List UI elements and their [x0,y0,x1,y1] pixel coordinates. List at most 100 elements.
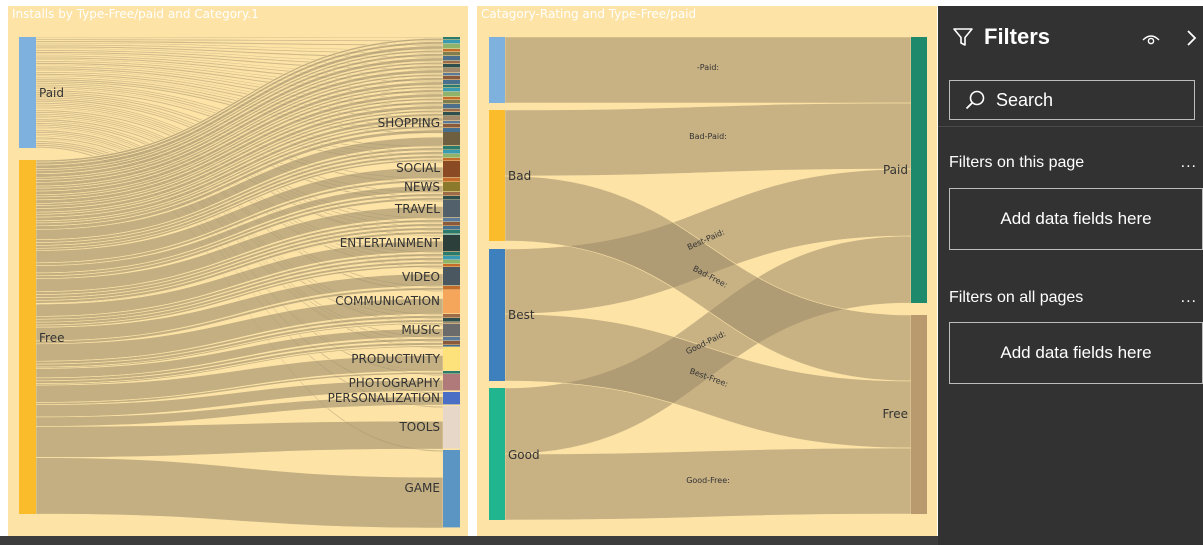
filters-on-all-pages-header: Filters on all pages [949,289,1084,306]
target-label-news: NEWS [404,180,440,194]
category-strip[interactable] [443,345,460,347]
target-label-communication: COMMUNICATION [335,294,440,308]
category-strip[interactable] [443,154,460,158]
category-strip[interactable] [443,314,460,318]
target-label-paid: Paid [883,163,908,177]
category-strip[interactable] [443,109,460,112]
category-strip[interactable] [443,104,460,109]
category-strip[interactable] [443,68,460,73]
free-link[interactable] [35,457,444,529]
category-strip[interactable] [443,112,460,116]
sankey-rating-visual[interactable]: Bad Best Good Paid Free -Paid: Bad-Paid:… [477,6,937,536]
link-label-blank-paid: -Paid: [697,63,719,72]
target-label-free: Free [883,407,908,421]
sankey-installs-svg: Paid Free SHOPPING SOCIAL NEWS TRAVEL EN… [19,36,460,529]
category-strip[interactable] [443,97,460,100]
category-strip[interactable] [443,73,460,76]
category-strip[interactable] [443,318,460,322]
category-node[interactable] [443,374,460,391]
node-best[interactable] [489,249,505,381]
category-strip[interactable] [443,128,460,133]
category-strip[interactable] [443,76,460,80]
category-node[interactable] [443,267,460,286]
category-node[interactable] [443,392,460,405]
category-strip[interactable] [443,264,460,267]
filters-title: Filters [984,24,1051,49]
category-strip[interactable] [443,49,460,52]
category-strip[interactable] [443,230,460,234]
node-free[interactable] [911,315,927,514]
more-options-icon[interactable]: ... [1181,154,1197,172]
category-strip[interactable] [443,222,460,226]
category-strip[interactable] [443,256,460,260]
report-canvas: Paid Free SHOPPING SOCIAL NEWS TRAVEL EN… [0,6,938,538]
category-strip[interactable] [443,116,460,121]
category-strip[interactable] [443,85,460,88]
category-strip[interactable] [443,322,460,324]
category-strip[interactable] [443,371,460,374]
category-strip[interactable] [443,40,460,44]
category-strip[interactable] [443,226,460,230]
category-node[interactable] [443,235,460,252]
category-strip[interactable] [443,88,460,92]
chevron-right-icon[interactable] [1184,28,1198,48]
source-label-paid: Paid [39,86,64,100]
category-strip[interactable] [443,146,460,150]
node-bad[interactable] [489,110,505,241]
category-strip[interactable] [443,61,460,64]
category-strip[interactable] [443,37,460,40]
target-label-video: VIDEO [402,270,440,284]
category-strip[interactable] [443,124,460,128]
category-node[interactable] [443,406,460,449]
category-strip[interactable] [443,286,460,290]
sankey-installs-visual[interactable]: Paid Free SHOPPING SOCIAL NEWS TRAVEL EN… [8,6,468,536]
funnel-icon [953,28,973,46]
target-label-music: MUSIC [401,323,440,337]
target-label-travel: TRAVEL [394,202,440,216]
category-node[interactable] [443,182,460,192]
category-node[interactable] [443,450,460,528]
node-blank[interactable] [489,37,505,103]
all-pages-drop-zone[interactable]: Add data fields here [949,322,1203,384]
category-strip[interactable] [443,178,460,182]
category-strip[interactable] [443,192,460,196]
category-node[interactable] [443,161,460,178]
category-node[interactable] [443,132,460,146]
category-strip[interactable] [443,121,460,124]
category-strip[interactable] [443,234,460,235]
target-color-strips [443,37,460,528]
category-strip[interactable] [443,64,460,68]
filters-search-input[interactable]: Search [949,80,1195,120]
category-strip[interactable] [443,44,460,49]
category-strip[interactable] [443,158,460,161]
category-strip[interactable] [443,196,460,200]
this-page-drop-zone[interactable]: Add data fields here [949,188,1203,250]
category-strip[interactable] [443,341,460,345]
category-strip[interactable] [443,218,460,222]
category-strip[interactable] [443,92,460,97]
category-strip[interactable] [443,100,460,104]
target-label-photography: PHOTOGRAPHY [349,376,441,390]
category-node[interactable] [443,324,460,337]
eye-icon[interactable] [1141,31,1161,47]
free-link[interactable] [35,420,444,458]
category-strip[interactable] [443,150,460,154]
node-good[interactable] [489,388,505,520]
more-options-icon[interactable]: ... [1181,289,1197,307]
category-strip[interactable] [443,80,460,85]
node-paid[interactable] [911,37,927,303]
bottom-scrollbar[interactable] [0,536,938,545]
node-paid[interactable] [19,37,36,148]
paid-link[interactable] [35,36,444,39]
category-node[interactable] [443,200,460,218]
category-strip[interactable] [443,337,460,341]
category-node[interactable] [443,290,460,314]
category-strip[interactable] [443,252,460,256]
node-free[interactable] [19,160,36,514]
category-strip[interactable] [443,56,460,61]
category-strip[interactable] [443,260,460,264]
category-strip[interactable] [443,52,460,56]
category-node[interactable] [443,347,460,371]
filters-pane: Filters Search Filters on this page ... … [938,6,1203,545]
source-label-good: Good [508,448,540,462]
